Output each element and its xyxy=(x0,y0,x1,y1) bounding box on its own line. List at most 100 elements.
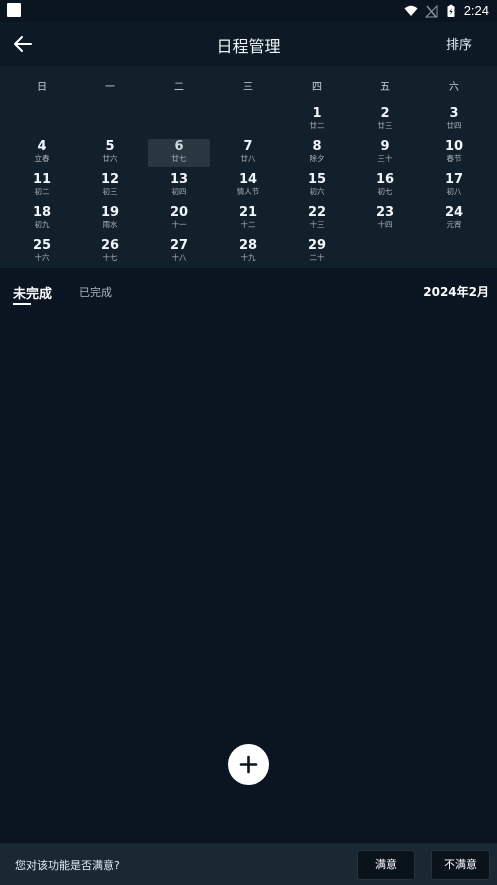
calendar-day[interactable]: 11 初二 xyxy=(11,172,73,200)
lunar-date: 十二 xyxy=(240,220,256,229)
tab-underline xyxy=(13,303,31,305)
lunar-date: 廿八 xyxy=(240,154,256,163)
weekday-label: 三 xyxy=(243,82,253,93)
day-number: 1 xyxy=(312,106,322,121)
lunar-date: 初六 xyxy=(309,187,325,196)
calendar-day[interactable]: 24 元宵 xyxy=(423,205,485,233)
calendar-day[interactable]: 1 廿二 xyxy=(286,106,348,134)
page-title: 日程管理 xyxy=(216,37,281,56)
day-number: 28 xyxy=(238,238,258,253)
app-bar: 日程管理 排序 xyxy=(0,22,497,66)
calendar: 日一二三四五六 1 廿二 2 廿三 3 廿四 4 立春 5 廿六 6 廿七 7 廿八 8 除夕 9 三十 10 春节 1… xyxy=(0,66,497,268)
lunar-date: 廿七 xyxy=(171,154,187,163)
lunar-date: 十四 xyxy=(377,220,393,229)
lunar-date: 春节 xyxy=(446,154,462,163)
day-number: 3 xyxy=(449,106,459,121)
day-number: 21 xyxy=(238,205,258,220)
calendar-day[interactable]: 5 廿六 xyxy=(79,139,141,167)
calendar-day[interactable]: 2 廿三 xyxy=(354,106,416,134)
lunar-date: 二十 xyxy=(309,253,325,262)
calendar-day[interactable]: 17 初八 xyxy=(423,172,485,200)
day-number: 5 xyxy=(105,139,115,154)
no-signal-icon xyxy=(424,4,438,17)
day-number: 19 xyxy=(100,205,120,220)
day-number: 29 xyxy=(307,238,327,253)
day-number: 12 xyxy=(100,172,120,187)
calendar-day[interactable]: 6 廿七 xyxy=(148,139,210,167)
calendar-day[interactable]: 8 除夕 xyxy=(286,139,348,167)
day-number: 4 xyxy=(37,139,47,154)
satisfied-button[interactable]: 满意 xyxy=(357,850,415,880)
tabs-row: 未完成 已完成 2024年2月 xyxy=(0,268,497,308)
weekday-label: 日 xyxy=(37,82,47,93)
calendar-day[interactable]: 3 廿四 xyxy=(423,106,485,134)
status-right: 2:24 xyxy=(404,3,489,18)
day-number: 8 xyxy=(312,139,322,154)
tab-completed[interactable]: 已完成 xyxy=(79,284,112,300)
tab-incomplete[interactable]: 未完成 xyxy=(13,283,52,302)
calendar-day[interactable]: 29 二十 xyxy=(286,238,348,266)
calendar-day[interactable]: 18 初九 xyxy=(11,205,73,233)
calendar-day[interactable]: 23 十四 xyxy=(354,205,416,233)
weekday-label: 五 xyxy=(380,82,390,93)
day-number: 22 xyxy=(307,205,327,220)
lunar-date: 廿二 xyxy=(309,121,325,130)
feedback-question: 您对该功能是否满意? xyxy=(15,859,120,872)
status-time: 2:24 xyxy=(463,3,489,18)
lunar-date: 廿三 xyxy=(377,121,393,130)
lunar-date: 立春 xyxy=(34,154,50,163)
weekday-label: 六 xyxy=(449,82,459,93)
calendar-day[interactable]: 19 雨水 xyxy=(79,205,141,233)
day-number: 9 xyxy=(380,139,390,154)
lunar-date: 雨水 xyxy=(102,220,118,229)
plus-icon xyxy=(239,755,258,774)
calendar-day[interactable]: 7 廿八 xyxy=(217,139,279,167)
unsatisfied-button[interactable]: 不满意 xyxy=(431,850,490,880)
weekday-label: 二 xyxy=(174,82,184,93)
weekday-label: 一 xyxy=(105,82,115,93)
sort-button[interactable]: 排序 xyxy=(446,34,472,53)
day-number: 23 xyxy=(375,205,395,220)
lunar-date: 除夕 xyxy=(309,154,325,163)
day-number: 26 xyxy=(100,238,120,253)
calendar-day[interactable]: 4 立春 xyxy=(11,139,73,167)
calendar-day[interactable]: 25 十六 xyxy=(11,238,73,266)
calendar-day[interactable]: 27 十八 xyxy=(148,238,210,266)
day-number: 17 xyxy=(444,172,464,187)
month-label: 2024年2月 xyxy=(423,285,489,299)
add-schedule-button[interactable] xyxy=(228,744,269,785)
lunar-date: 初三 xyxy=(102,187,118,196)
lunar-date: 十八 xyxy=(171,253,187,262)
lunar-date: 十六 xyxy=(34,253,50,262)
lunar-date: 十七 xyxy=(102,253,118,262)
calendar-day[interactable]: 16 初七 xyxy=(354,172,416,200)
day-number: 25 xyxy=(32,238,52,253)
day-number: 24 xyxy=(444,205,464,220)
lunar-date: 情人节 xyxy=(236,187,260,196)
day-number: 16 xyxy=(375,172,395,187)
calendar-day[interactable]: 12 初三 xyxy=(79,172,141,200)
weekday-label: 四 xyxy=(312,82,322,93)
battery-charging-icon xyxy=(447,4,455,17)
feedback-bar: 您对该功能是否满意? 满意 不满意 xyxy=(0,843,497,885)
day-number: 13 xyxy=(169,172,189,187)
calendar-day[interactable]: 26 十七 xyxy=(79,238,141,266)
calendar-day[interactable]: 22 十三 xyxy=(286,205,348,233)
calendar-day[interactable]: 14 情人节 xyxy=(217,172,279,200)
calendar-day[interactable]: 21 十二 xyxy=(217,205,279,233)
day-number: 14 xyxy=(238,172,258,187)
lunar-date: 十一 xyxy=(171,220,187,229)
weekday-header: 日一二三四五六 xyxy=(0,66,497,100)
day-number: 15 xyxy=(307,172,327,187)
wifi-icon xyxy=(404,5,418,16)
calendar-day[interactable]: 20 十一 xyxy=(148,205,210,233)
calendar-day[interactable]: 15 初六 xyxy=(286,172,348,200)
day-number: 20 xyxy=(169,205,189,220)
lunar-date: 十三 xyxy=(309,220,325,229)
calendar-day[interactable]: 13 初四 xyxy=(148,172,210,200)
day-number: 11 xyxy=(32,172,52,187)
calendar-day[interactable]: 10 春节 xyxy=(423,139,485,167)
day-number: 7 xyxy=(243,139,253,154)
calendar-day[interactable]: 28 十九 xyxy=(217,238,279,266)
calendar-day[interactable]: 9 三十 xyxy=(354,139,416,167)
